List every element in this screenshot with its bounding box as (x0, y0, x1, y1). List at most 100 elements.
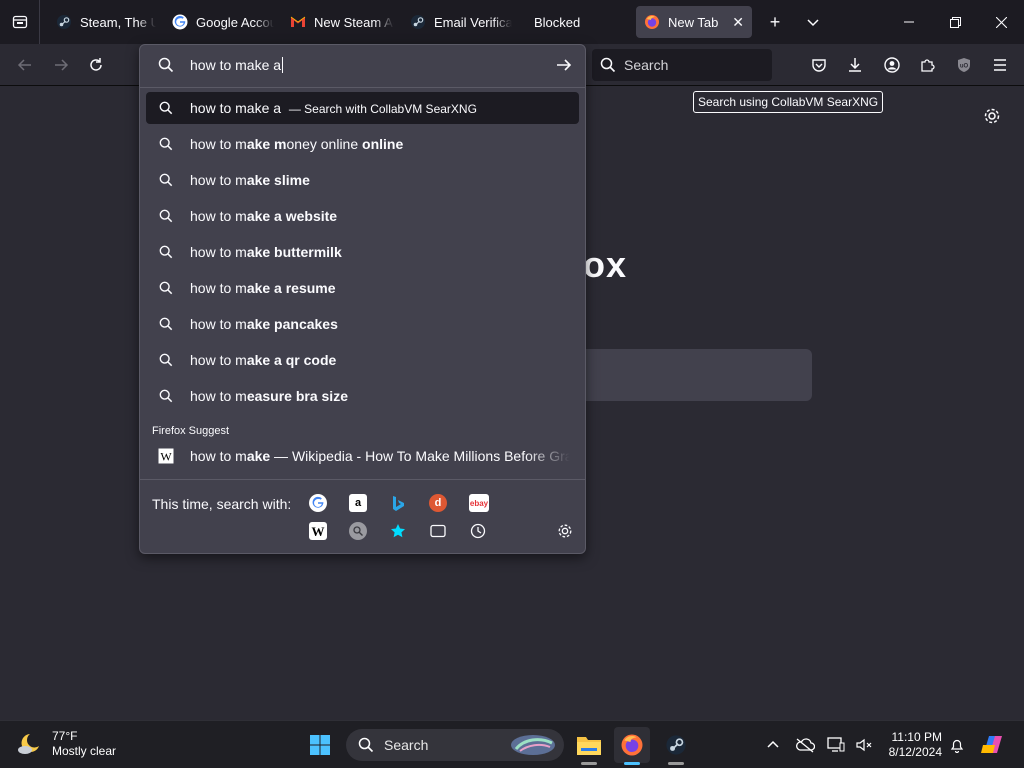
search-icon (158, 136, 174, 152)
go-arrow-icon[interactable] (555, 56, 573, 79)
search-suggestion[interactable]: how to make money online online (146, 128, 579, 160)
newtab-settings-button[interactable] (980, 104, 1004, 128)
suggestion-bold: ake a resume (246, 280, 336, 296)
google-engine-button[interactable] (309, 494, 327, 512)
search-icon (600, 57, 616, 73)
wikipedia-icon: W (158, 448, 174, 464)
firefox-wordmark-fragment: ox (583, 244, 628, 285)
extensions-button[interactable] (915, 52, 941, 78)
duckduckgo-icon: d (434, 497, 442, 509)
forward-button[interactable] (46, 50, 76, 80)
tab-steam[interactable]: Steam, The Ul (48, 6, 164, 38)
chevron-up-icon (767, 740, 779, 748)
steam-icon (410, 14, 426, 30)
amazon-engine-button[interactable]: a (349, 494, 367, 512)
suggestion-prefix: how to m (190, 280, 247, 296)
onedrive-button[interactable] (795, 735, 815, 755)
suggestion-prefix: how to m (190, 244, 247, 260)
taskbar-search[interactable]: Search (346, 729, 564, 761)
search-suggestion[interactable]: how to make pancakes (146, 308, 579, 340)
search-highlight-icon (511, 735, 555, 755)
search-tooltip: Search using CollabVM SearXNG (693, 91, 884, 113)
tabs-engine-button[interactable] (429, 522, 447, 540)
minimize-button[interactable] (886, 0, 932, 44)
search-suggestion[interactable]: how to make a qr code (146, 344, 579, 376)
wikipedia-icon: W (312, 524, 325, 539)
reload-button[interactable] (81, 50, 111, 80)
pocket-button[interactable] (806, 52, 832, 78)
system-clock[interactable]: 11:10 PM 8/12/2024 (884, 730, 942, 760)
search-icon (158, 100, 174, 116)
ublock-origin-button[interactable]: uO (951, 52, 977, 78)
firefox-suggest-label: Firefox Suggest (152, 425, 230, 437)
copilot-button[interactable] (980, 732, 1006, 758)
tab-strip: Steam, The Ul Google Accou New Steam Ac … (0, 0, 1024, 44)
tab-icon (430, 524, 446, 538)
file-explorer-button[interactable] (571, 727, 607, 765)
tab-google-account[interactable]: Google Accou (164, 6, 282, 38)
search-settings-button[interactable] (556, 522, 574, 540)
downloads-button[interactable] (842, 52, 868, 78)
plus-icon: + (769, 11, 781, 32)
weather-widget[interactable]: 77°F Mostly clear (16, 729, 116, 759)
tab-title: New Tab (668, 14, 719, 30)
show-hidden-icons-button[interactable] (763, 735, 783, 755)
wikipedia-engine-button[interactable]: W (309, 522, 327, 540)
search-bar[interactable]: Search (592, 49, 772, 81)
close-icon (995, 16, 1007, 28)
bing-engine-button[interactable] (389, 494, 407, 512)
search-suggestion[interactable]: how to measure bra size (146, 380, 579, 412)
puzzle-icon (921, 59, 935, 72)
volume-button[interactable] (854, 735, 874, 755)
steam-taskbar-button[interactable] (658, 727, 694, 765)
moon-cloud-icon (18, 734, 39, 754)
search-suggestion[interactable]: how to make buttermilk (146, 236, 579, 268)
ebay-engine-button[interactable]: ebay (469, 494, 489, 512)
tab-title: Google Accou (196, 14, 274, 30)
new-tab-button[interactable]: + (756, 0, 794, 44)
search-suggestion[interactable]: how to make a resume (146, 272, 579, 304)
wikipedia-suggestion[interactable]: W how to make — Wikipedia - How To Make … (146, 440, 579, 472)
display-button[interactable] (826, 735, 846, 755)
search-suggestion[interactable]: how to make a website (146, 200, 579, 232)
suggestion-rest: — Wikipedia - How To Make Millions Befor… (270, 448, 570, 464)
tab-new-tab[interactable]: New Tab ✕ (636, 6, 752, 38)
ublock-shield-icon: uO (958, 58, 970, 72)
suggestion-bold: ake a website (246, 208, 338, 224)
tab-email-verification[interactable]: Email Verificat (402, 6, 520, 38)
search-suggestion[interactable]: how to make slime (146, 164, 579, 196)
bookmarks-engine-button[interactable] (389, 522, 407, 540)
duckduckgo-engine-button[interactable]: d (429, 494, 447, 512)
ebay-icon: ebay (469, 498, 489, 508)
back-button[interactable] (10, 50, 40, 80)
tab-gmail[interactable]: New Steam Ac (282, 6, 402, 38)
newtab-search-box[interactable] (586, 349, 812, 401)
notifications-button[interactable] (947, 735, 967, 755)
tab-title: Steam, The Ul (80, 14, 156, 30)
suggestion-prefix: how to m (190, 136, 247, 152)
running-indicator (581, 762, 597, 765)
history-engine-button[interactable] (469, 522, 487, 540)
firefox-taskbar-button[interactable] (614, 727, 650, 765)
search-icon (358, 737, 374, 753)
restore-button[interactable] (932, 0, 978, 44)
list-all-tabs-button[interactable] (794, 0, 832, 44)
close-tab-icon[interactable]: ✕ (722, 14, 744, 31)
suggestion-bold: ake (246, 448, 271, 464)
search-icon (158, 280, 174, 296)
suggestion-rest: oney online (286, 136, 359, 152)
account-button[interactable] (879, 52, 905, 78)
menu-button[interactable] (987, 52, 1013, 78)
weather-condition: Mostly clear (52, 744, 117, 758)
close-window-button[interactable] (978, 0, 1024, 44)
searxng-engine-button[interactable] (349, 522, 367, 540)
heuristic-search-result[interactable]: how to make a — Search with CollabVM Sea… (146, 92, 579, 124)
suggestion-bold: ake slime (246, 172, 310, 188)
address-bar-input[interactable]: how to make a (140, 45, 585, 87)
firefox-view-button[interactable] (0, 0, 40, 44)
weather-temp: 77°F (52, 729, 78, 743)
heuristic-suffix: — Search with CollabVM SearXNG (288, 102, 477, 116)
tab-title: New Steam Ac (314, 14, 394, 30)
start-button[interactable] (302, 727, 338, 763)
tab-blocked[interactable]: Blocked (520, 6, 630, 38)
